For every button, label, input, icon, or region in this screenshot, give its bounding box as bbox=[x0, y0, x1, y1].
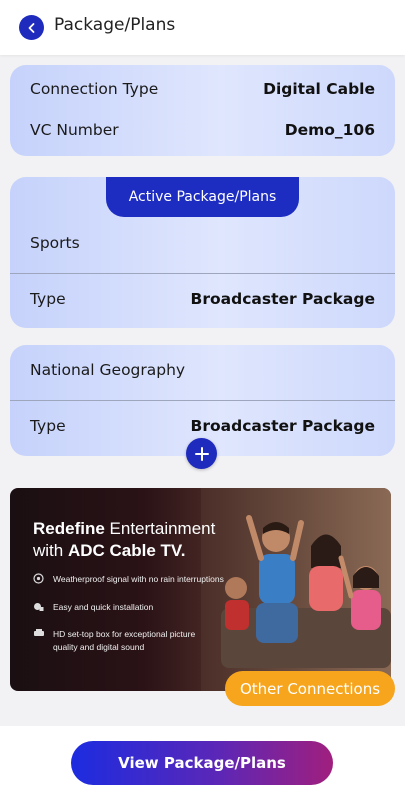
feature-item: HD set-top box for exceptional picture q… bbox=[33, 628, 195, 654]
family-watching-tv-image bbox=[201, 488, 391, 691]
package-name: National Geography bbox=[30, 361, 186, 379]
feature-text-line-2: quality and digital sound bbox=[53, 642, 145, 652]
plus-icon bbox=[194, 446, 209, 461]
headline-bold-2: ADC Cable TV. bbox=[67, 541, 186, 560]
page-title: Package/Plans bbox=[54, 15, 176, 35]
add-package-button[interactable] bbox=[186, 438, 217, 469]
package-name: Sports bbox=[30, 234, 80, 252]
installation-icon bbox=[33, 601, 45, 616]
footer: View Package/Plans bbox=[0, 726, 405, 800]
view-package-plans-button[interactable]: View Package/Plans bbox=[71, 741, 333, 785]
connection-type-label: Connection Type bbox=[30, 80, 159, 98]
banner-headline: Redefine Entertainment with ADC Cable TV… bbox=[33, 518, 215, 562]
feature-item: Weatherproof signal with no rain interru… bbox=[33, 573, 224, 588]
feature-text: Weatherproof signal with no rain interru… bbox=[53, 574, 224, 584]
weather-icon bbox=[33, 573, 45, 588]
active-package-card[interactable]: Active Package/Plans Sports Type Broadca… bbox=[10, 177, 395, 328]
package-type-row: Type Broadcaster Package bbox=[30, 417, 375, 435]
feature-text: Easy and quick installation bbox=[53, 602, 154, 612]
vc-number-row: VC Number Demo_106 bbox=[30, 121, 375, 139]
chevron-left-icon bbox=[28, 22, 34, 33]
package-name-row: National Geography bbox=[30, 361, 375, 379]
settop-box-icon bbox=[33, 628, 45, 643]
connection-info-card: Connection Type Digital Cable VC Number … bbox=[10, 65, 395, 156]
connection-type-row: Connection Type Digital Cable bbox=[30, 80, 375, 98]
feature-text: HD set-top box for exceptional picture q… bbox=[53, 628, 195, 654]
package-type-label: Type bbox=[30, 417, 66, 435]
package-type-row: Type Broadcaster Package bbox=[30, 290, 375, 308]
divider bbox=[10, 400, 395, 401]
other-connections-button[interactable]: Other Connections bbox=[225, 671, 395, 706]
package-type-value: Broadcaster Package bbox=[190, 290, 375, 308]
divider bbox=[10, 273, 395, 274]
package-type-label: Type bbox=[30, 290, 66, 308]
vc-number-value: Demo_106 bbox=[284, 121, 375, 139]
active-package-tab: Active Package/Plans bbox=[106, 177, 299, 217]
promo-banner[interactable]: Redefine Entertainment with ADC Cable TV… bbox=[10, 488, 391, 691]
back-button[interactable] bbox=[19, 15, 44, 40]
package-name-row: Sports bbox=[30, 234, 375, 252]
headline-rest-1: Entertainment bbox=[104, 519, 216, 538]
headline-bold-1: Redefine bbox=[33, 519, 105, 538]
feature-item: Easy and quick installation bbox=[33, 601, 153, 616]
vc-number-label: VC Number bbox=[30, 121, 119, 139]
package-type-value: Broadcaster Package bbox=[190, 417, 375, 435]
headline-pre-2: with bbox=[33, 541, 68, 560]
connection-type-value: Digital Cable bbox=[263, 80, 375, 98]
feature-text-line-1: HD set-top box for exceptional picture bbox=[53, 629, 196, 639]
app-header: Package/Plans bbox=[0, 0, 405, 55]
